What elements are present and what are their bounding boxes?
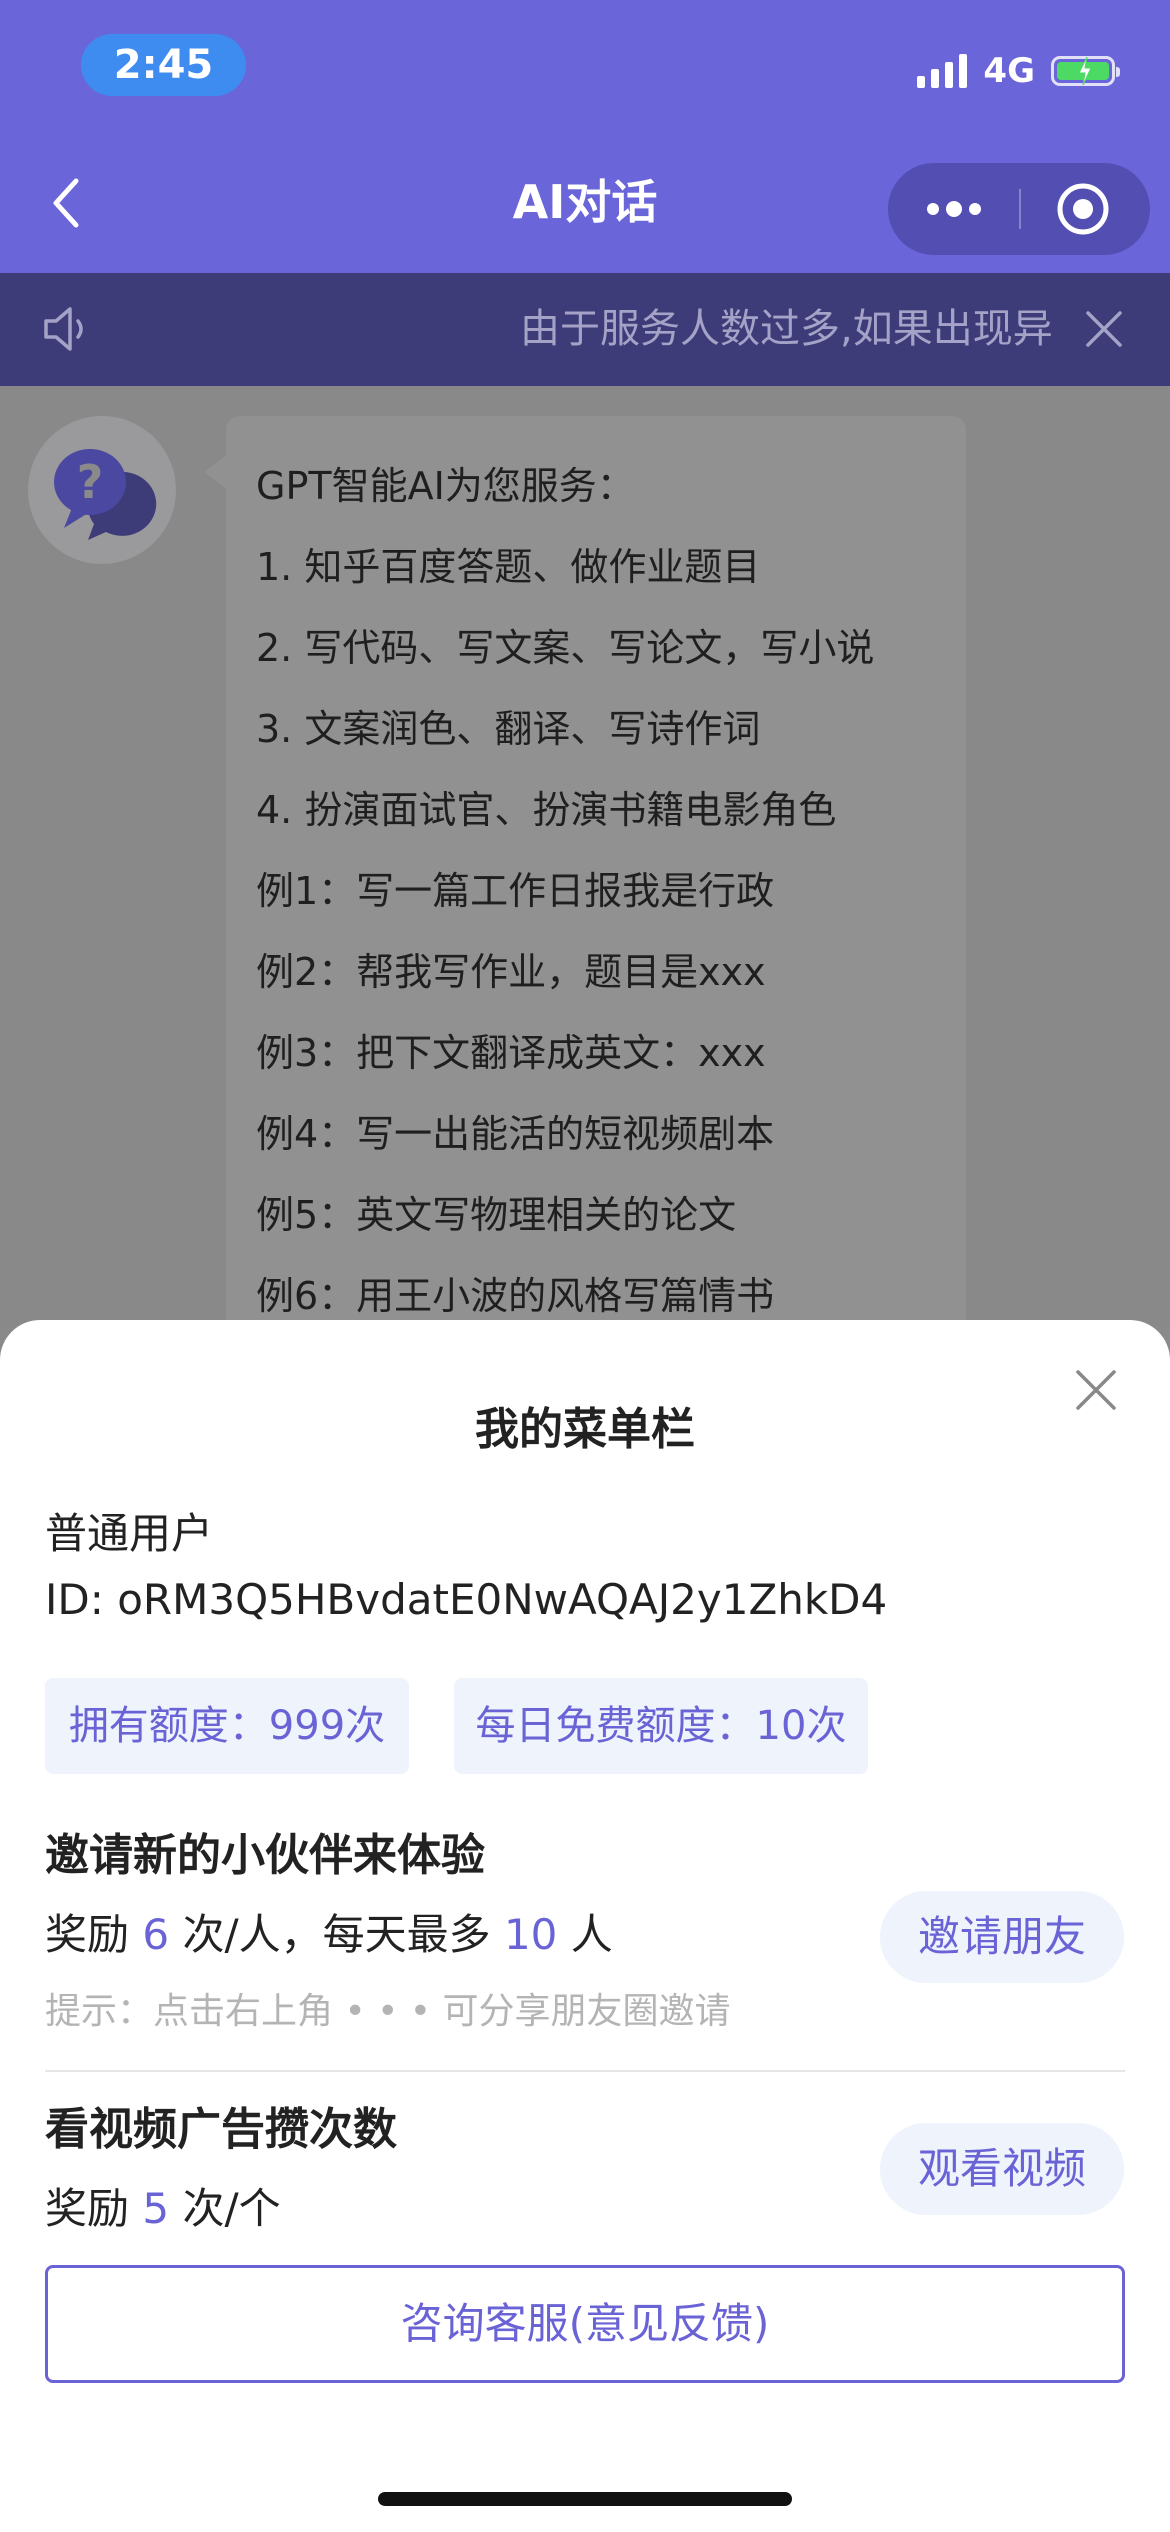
status-bar: 2:45 4G xyxy=(0,0,1170,135)
user-type: 普通用户 xyxy=(45,1509,214,1558)
battery-charging-icon xyxy=(1051,56,1120,86)
message-line: 例6：用王小波的风格写篇情书 xyxy=(256,1274,775,1318)
bot-message-bubble: GPT智能AI为您服务： 1. 知乎百度答题、做作业题目 2. 写代码、写文案、… xyxy=(204,416,966,1326)
invite-reward: 奖励 6 次/人，每天最多 10 人 xyxy=(45,1906,613,1964)
speaker-icon xyxy=(44,307,83,351)
navbar: AI对话 xyxy=(0,135,1170,273)
message-line: GPT智能AI为您服务： xyxy=(256,464,635,508)
quota-owned-badge: 拥有额度：999次 xyxy=(45,1678,409,1774)
support-feedback-button[interactable]: 咨询客服(意见反馈) xyxy=(45,2265,1125,2383)
invite-title: 邀请新的小伙伴来体验 xyxy=(45,1830,485,1881)
target-icon[interactable] xyxy=(1021,163,1150,255)
status-icons: 4G xyxy=(917,48,1120,94)
section-divider xyxy=(45,2070,1125,2072)
message-line: 例4：写一出能活的短视频剧本 xyxy=(256,1112,775,1156)
reward-per-video: 5 xyxy=(142,2184,170,2233)
reward-mid: 次/人，每天最多 xyxy=(169,1910,504,1959)
invite-hint: 提示：点击右上角 • • • 可分享朋友圈邀请 xyxy=(45,1991,731,2032)
home-indicator xyxy=(378,2492,792,2506)
close-icon[interactable] xyxy=(1082,307,1126,351)
invite-friends-button[interactable]: 邀请朋友 xyxy=(880,1891,1124,1983)
quota-daily-badge: 每日免费额度：10次 xyxy=(454,1678,868,1774)
reward-prefix: 奖励 xyxy=(45,2184,143,2233)
status-time: 2:45 xyxy=(81,34,246,96)
network-type: 4G xyxy=(983,51,1035,91)
message-line: 4. 扮演面试官、扮演书籍电影角色 xyxy=(256,788,837,832)
bot-avatar: ? xyxy=(28,416,176,564)
message-line: 2. 写代码、写文案、写论文，写小说 xyxy=(256,626,875,670)
question-chat-icon: ? xyxy=(54,449,157,540)
mini-program-capsule xyxy=(888,163,1150,255)
svg-text:?: ? xyxy=(77,455,104,509)
message-line: 例3：把下文翻译成英文：xxx xyxy=(256,1031,766,1075)
message-line: 3. 文案润色、翻译、写诗作词 xyxy=(256,707,761,751)
video-title: 看视频广告攒次数 xyxy=(45,2104,397,2155)
reward-daily-max: 10 xyxy=(503,1910,558,1959)
message-line: 1. 知乎百度答题、做作业题目 xyxy=(256,545,761,589)
menu-sheet: 我的菜单栏 普通用户 ID: oRM3Q5HBvdatE0NwAQAJ2y1Zh… xyxy=(0,1320,1170,2532)
video-reward: 奖励 5 次/个 xyxy=(45,2180,281,2238)
chat-area: ? GPT智能AI为您服务： 1. 知乎百度答题、做作业题目 2. 写代码、写文… xyxy=(0,386,1170,1326)
more-icon[interactable] xyxy=(888,163,1019,255)
user-id: ID: oRM3Q5HBvdatE0NwAQAJ2y1ZhkD4 xyxy=(45,1575,888,1624)
sheet-title: 我的菜单栏 xyxy=(475,1404,695,1455)
notice-bar: 由于服务人数过多,如果出现异 xyxy=(0,273,1170,386)
reward-suffix: 人 xyxy=(557,1910,613,1959)
reward-prefix: 奖励 xyxy=(45,1910,143,1959)
bot-message-lines: GPT智能AI为您服务： 1. 知乎百度答题、做作业题目 2. 写代码、写文案、… xyxy=(256,446,874,1326)
watch-video-button[interactable]: 观看视频 xyxy=(880,2123,1124,2215)
notice-text: 由于服务人数过多,如果出现异 xyxy=(520,306,1053,352)
message-line: 例2：帮我写作业，题目是xxx xyxy=(256,950,766,994)
reward-per-person: 6 xyxy=(142,1910,170,1959)
reward-suffix: 次/个 xyxy=(169,2184,281,2233)
message-line: 例1：写一篇工作日报我是行政 xyxy=(256,869,775,913)
signal-icon xyxy=(917,54,968,88)
message-line: 例5：英文写物理相关的论文 xyxy=(256,1193,737,1237)
